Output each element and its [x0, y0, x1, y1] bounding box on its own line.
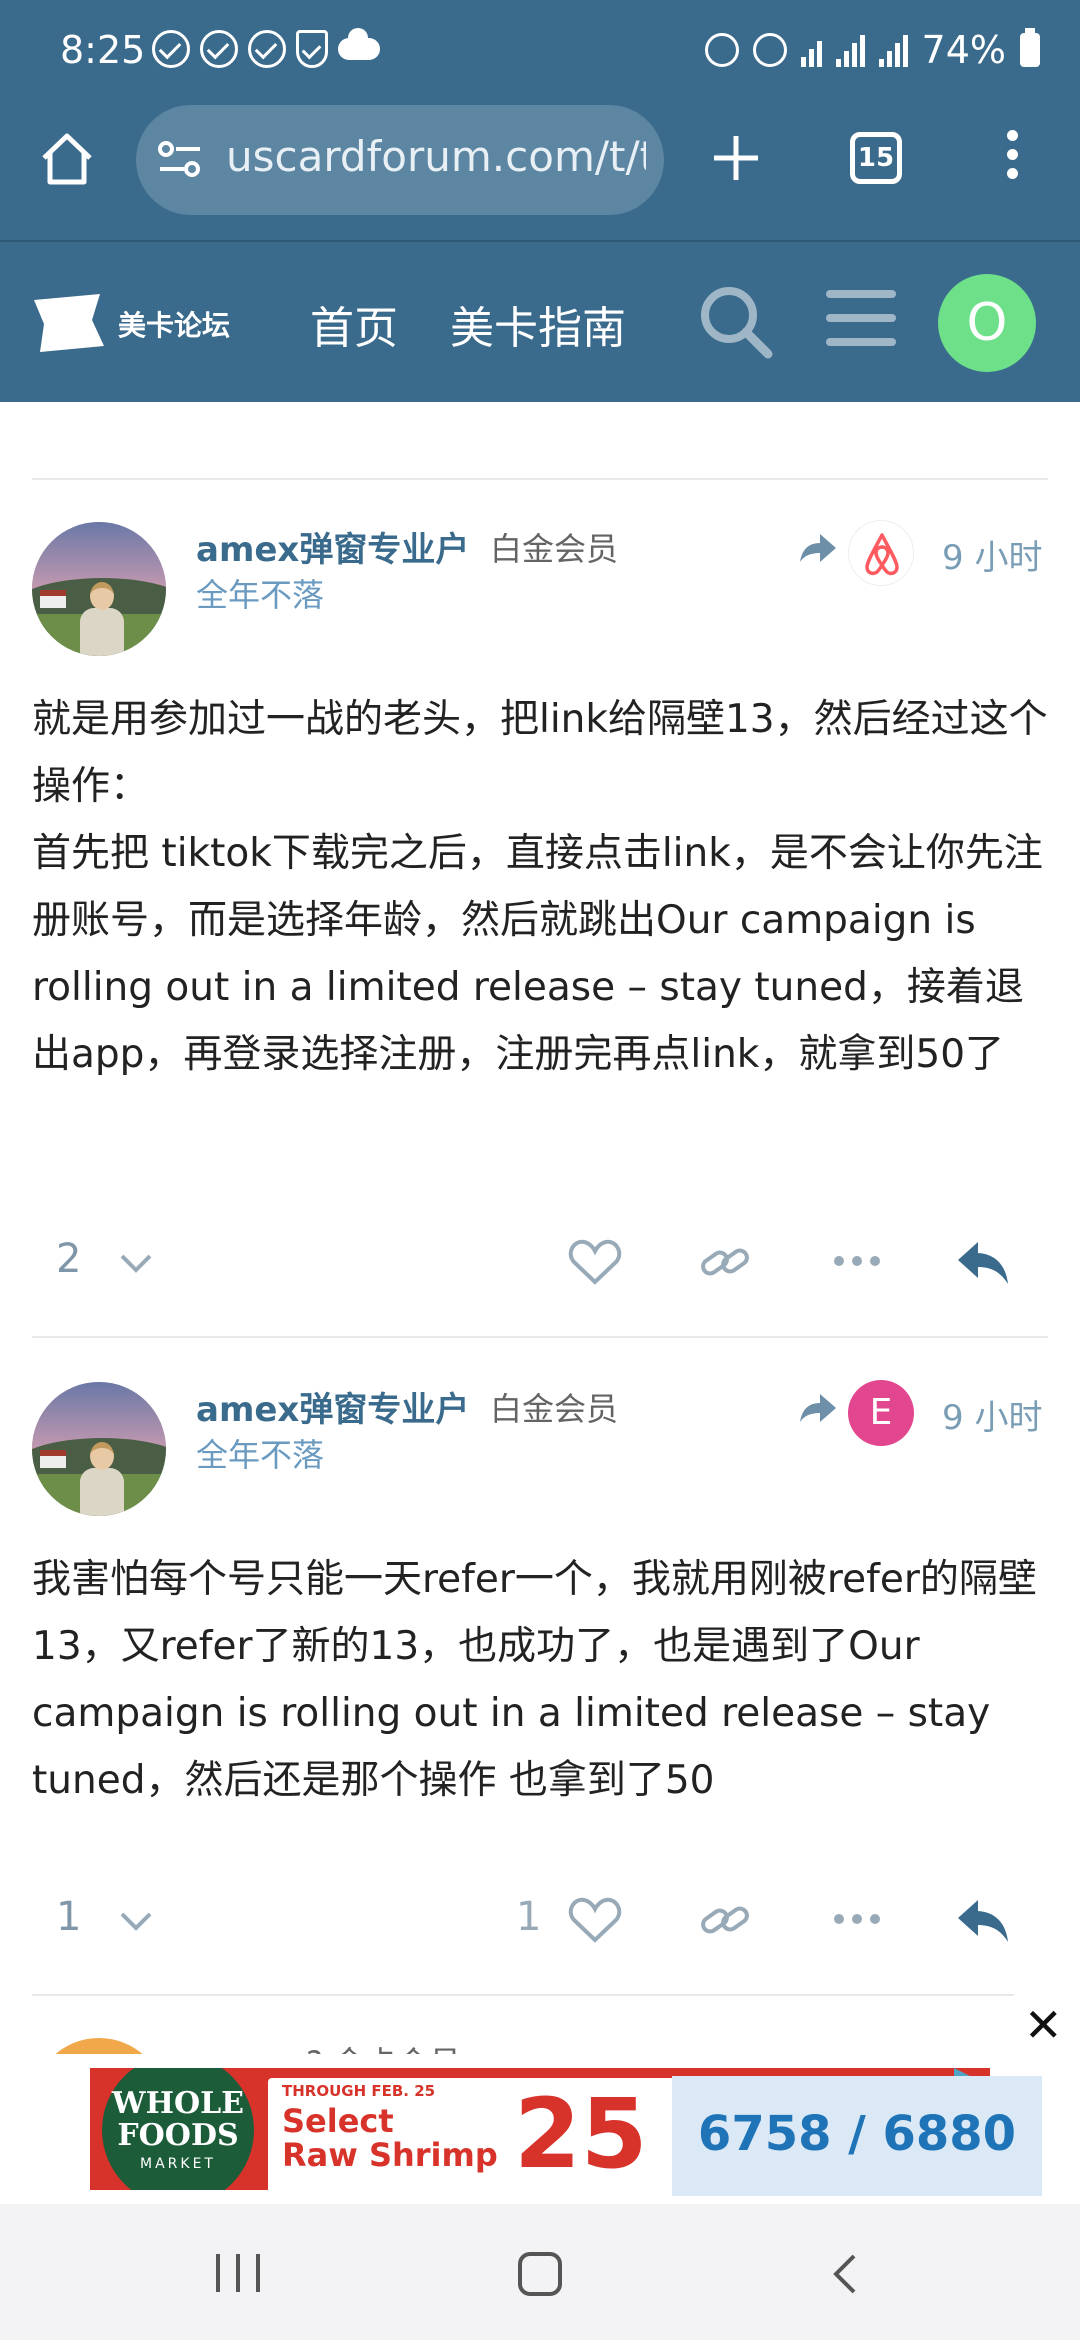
topic-stream: amex弹窗专业户 白金会员 全年不落 9 小时 就是用参加过一战的老头，把li… [0, 402, 1080, 2054]
signal-icon [835, 33, 865, 67]
home-icon[interactable] [38, 130, 96, 188]
post-time[interactable]: 9 小时 [942, 1390, 1042, 1439]
post-paragraph: 首先把 tiktok下载完之后，直接点击link，是不会让你先注册账号，而是选择… [32, 831, 1043, 1077]
hotspot-icon [752, 33, 787, 67]
post-body: 就是用参加过一战的老头，把link给隔壁13，然后经过这个操作： 首先把 tik… [32, 686, 1052, 1088]
status-system-icons: 74% [704, 28, 1040, 72]
whole-foods-logo: WHOLE FOODS MARKET [102, 2068, 254, 2190]
wifi-icon [800, 33, 822, 67]
battery-percent: 74% [921, 28, 1006, 72]
post-divider [32, 1994, 1048, 1996]
post-actions: 2 [0, 1222, 1080, 1302]
chevron-down-icon[interactable] [118, 1244, 154, 1280]
post-user-title: 白金会员 [490, 530, 619, 568]
hamburger-menu-icon[interactable] [826, 290, 896, 350]
check-circle-icon [248, 30, 286, 68]
check-circle-icon [152, 30, 190, 68]
forum-header: 美卡论坛 首页 美卡指南 O [0, 240, 1080, 402]
topic-progress-counter[interactable]: 6758 / 6880 [672, 2076, 1042, 2196]
post-paragraph: 我害怕每个号只能一天refer一个，我就用刚被refer的隔壁13，又refer… [32, 1557, 1037, 1803]
current-user-avatar[interactable]: O [938, 274, 1036, 372]
battery-icon [1020, 28, 1040, 67]
post-divider [32, 1336, 1048, 1338]
like-number[interactable]: 1 [516, 1894, 541, 1940]
post-divider [32, 478, 1048, 480]
share-link-icon[interactable] [698, 1240, 752, 1284]
status-notification-icons [152, 28, 380, 68]
chevron-down-icon[interactable] [118, 1902, 154, 1938]
forum-logo[interactable]: 美卡论坛 [30, 294, 240, 354]
reply-to-user-avatar[interactable] [848, 520, 914, 586]
reply-to-user-avatar[interactable]: E [848, 1380, 914, 1446]
ad-close-button[interactable]: ✕ [1010, 1994, 1080, 2054]
ad-discount: 25 [514, 2078, 648, 2190]
share-link-icon[interactable] [698, 1898, 752, 1942]
recent-apps-icon[interactable] [216, 2254, 260, 2292]
site-settings-icon[interactable] [158, 139, 202, 179]
airbnb-logo-icon [865, 533, 899, 576]
nav-home-link[interactable]: 首页 [310, 292, 398, 356]
system-nav-bar [0, 2204, 1080, 2340]
post-username[interactable]: amex弹窗专业户 [196, 522, 469, 571]
reply-icon[interactable] [956, 1240, 1012, 1286]
like-heart-icon[interactable] [568, 1238, 622, 1286]
ad-date-text: THROUGH FEB. 25 [282, 2082, 436, 2100]
back-icon[interactable] [826, 2254, 866, 2294]
ad-banner-area: WHOLE FOODS MARKET THROUGH FEB. 25 Selec… [0, 2054, 1080, 2204]
more-menu-icon[interactable] [1000, 130, 1024, 190]
like-heart-icon[interactable] [568, 1896, 622, 1944]
url-text[interactable]: uscardforum.com/t/t [226, 132, 646, 181]
more-actions-icon[interactable] [834, 1914, 880, 1926]
close-icon: ✕ [1024, 1998, 1063, 2052]
cloud-icon [338, 28, 380, 60]
search-icon[interactable] [696, 282, 776, 362]
status-bar: 8:25 74% [0, 0, 1080, 100]
card-logo-icon [34, 294, 104, 352]
home-button-icon[interactable] [518, 2252, 562, 2296]
status-time: 8:25 [60, 28, 146, 72]
who-liked-count[interactable]: 1 [56, 1894, 81, 1940]
post-user-flair: 全年不落 [196, 1436, 325, 1474]
post-user-flair: 全年不落 [196, 576, 325, 614]
reply-icon[interactable] [956, 1898, 1012, 1944]
shield-icon [296, 30, 328, 68]
nav-guide-link[interactable]: 美卡指南 [450, 292, 626, 356]
who-liked-count[interactable]: 2 [56, 1236, 81, 1282]
user-avatar[interactable] [32, 1382, 166, 1516]
check-circle-icon [200, 30, 238, 68]
user-avatar[interactable] [32, 522, 166, 656]
ad-headline: Select [282, 2102, 394, 2140]
alarm-icon [704, 33, 739, 67]
post-paragraph: 就是用参加过一战的老头，把link给隔壁13，然后经过这个操作： [32, 697, 1048, 809]
tab-switcher-button[interactable]: 15 [850, 132, 902, 184]
new-tab-icon[interactable] [706, 128, 766, 188]
more-actions-icon[interactable] [834, 1256, 880, 1268]
ad-headline: Raw Shrimp [282, 2136, 498, 2174]
post-time[interactable]: 9 小时 [942, 530, 1042, 579]
post-actions: 1 1 [0, 1880, 1080, 1960]
post-user-title: 白金会员 [490, 1390, 619, 1428]
post-username[interactable]: amex弹窗专业户 [196, 1382, 469, 1431]
user-avatar[interactable] [32, 2038, 166, 2054]
post-body: 我害怕每个号只能一天refer一个，我就用刚被refer的隔壁13，又refer… [32, 1546, 1052, 1814]
signal-icon [878, 33, 908, 67]
reply-to-arrow-icon [800, 534, 836, 562]
reply-to-arrow-icon [800, 1394, 836, 1422]
address-bar[interactable]: uscardforum.com/t/t [136, 105, 664, 215]
next-post-user-title: ? 金卡会员 [306, 2038, 461, 2054]
browser-toolbar: uscardforum.com/t/t 15 [0, 100, 1080, 240]
logo-text: 美卡论坛 [118, 309, 231, 342]
